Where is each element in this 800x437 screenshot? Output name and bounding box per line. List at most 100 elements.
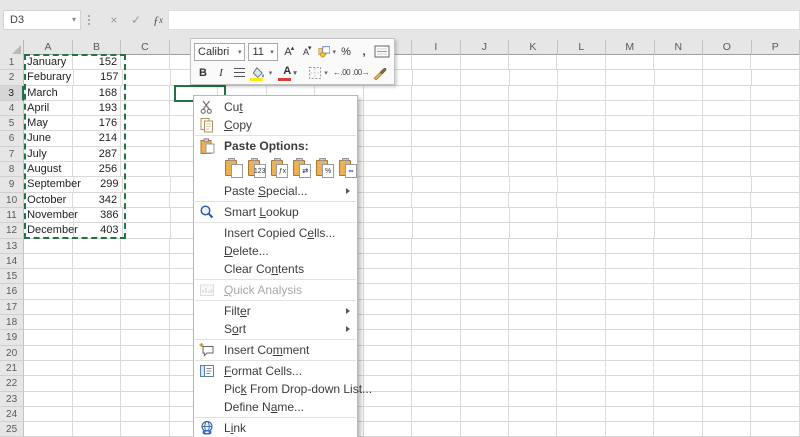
- cell-O23[interactable]: [703, 392, 751, 407]
- cell-L15[interactable]: [557, 269, 605, 284]
- row-header-10[interactable]: 10: [0, 193, 24, 208]
- cell-P19[interactable]: [751, 330, 799, 345]
- cell-I14[interactable]: [412, 254, 460, 269]
- borders-button[interactable]: ▾: [305, 63, 331, 82]
- cell-P9[interactable]: [752, 177, 800, 192]
- cell-P24[interactable]: [751, 407, 799, 422]
- cell-A18[interactable]: [24, 315, 72, 330]
- row-header-21[interactable]: 21: [0, 361, 24, 376]
- decrease-font-button[interactable]: A▾: [300, 42, 316, 61]
- cell-K3[interactable]: [509, 86, 557, 101]
- cell-L22[interactable]: [557, 376, 605, 391]
- cell-H8[interactable]: [364, 162, 412, 177]
- cell-H25[interactable]: [364, 422, 412, 437]
- cell-H9[interactable]: [364, 177, 412, 192]
- cell-I8[interactable]: [412, 162, 460, 177]
- cell-A11[interactable]: November: [24, 208, 74, 223]
- cell-J22[interactable]: [461, 376, 509, 391]
- cell-O16[interactable]: [703, 284, 751, 299]
- cell-B17[interactable]: [73, 300, 121, 315]
- cell-B15[interactable]: [73, 269, 121, 284]
- cell-B14[interactable]: [73, 254, 121, 269]
- row-header-14[interactable]: 14: [0, 254, 24, 269]
- cell-H19[interactable]: [364, 330, 412, 345]
- cell-O3[interactable]: [703, 86, 751, 101]
- menu-item-smart-lookup[interactable]: Smart Lookup: [194, 203, 357, 221]
- cell-I22[interactable]: [412, 376, 460, 391]
- font-color-button[interactable]: A ▾: [277, 63, 303, 82]
- cell-K12[interactable]: [510, 223, 558, 238]
- cell-B12[interactable]: 403: [74, 223, 122, 238]
- cell-I2[interactable]: [413, 70, 461, 85]
- cell-K10[interactable]: [509, 193, 557, 208]
- cell-H16[interactable]: [364, 284, 412, 299]
- paste-formulas-button[interactable]: ƒx: [270, 158, 289, 178]
- column-header-L[interactable]: L: [558, 40, 606, 55]
- cell-K17[interactable]: [509, 300, 557, 315]
- cell-H5[interactable]: [364, 116, 412, 131]
- row-header-6[interactable]: 6: [0, 131, 24, 146]
- cell-C13[interactable]: [121, 239, 169, 254]
- name-box[interactable]: D3 ▾: [3, 10, 81, 30]
- cell-N23[interactable]: [654, 392, 702, 407]
- cell-M6[interactable]: [606, 131, 654, 146]
- cell-P18[interactable]: [751, 315, 799, 330]
- comma-style-button[interactable]: ,: [356, 42, 372, 61]
- cell-M24[interactable]: [606, 407, 654, 422]
- cancel-icon[interactable]: ×: [104, 10, 124, 30]
- cell-L23[interactable]: [557, 392, 605, 407]
- cell-K9[interactable]: [510, 177, 558, 192]
- cell-I5[interactable]: [412, 116, 460, 131]
- cell-P8[interactable]: [751, 162, 799, 177]
- row-header-13[interactable]: 13: [0, 239, 24, 254]
- cell-J15[interactable]: [461, 269, 509, 284]
- cell-N12[interactable]: [655, 223, 703, 238]
- cell-P4[interactable]: [751, 101, 799, 116]
- cell-N13[interactable]: [654, 239, 702, 254]
- paste-button[interactable]: [224, 158, 243, 178]
- row-header-23[interactable]: 23: [0, 392, 24, 407]
- cell-L11[interactable]: [558, 208, 606, 223]
- cell-K20[interactable]: [509, 346, 557, 361]
- cell-M1[interactable]: [606, 55, 654, 70]
- cell-N22[interactable]: [654, 376, 702, 391]
- cell-O18[interactable]: [703, 315, 751, 330]
- cell-P25[interactable]: [751, 422, 799, 437]
- cell-B19[interactable]: [73, 330, 121, 345]
- cell-L24[interactable]: [557, 407, 605, 422]
- cell-A4[interactable]: April: [24, 101, 72, 116]
- cell-N5[interactable]: [654, 116, 702, 131]
- column-header-I[interactable]: I: [412, 40, 460, 55]
- cell-O1[interactable]: [703, 55, 751, 70]
- cell-K4[interactable]: [509, 101, 557, 116]
- cell-N6[interactable]: [654, 131, 702, 146]
- cell-K23[interactable]: [509, 392, 557, 407]
- row-header-4[interactable]: 4: [0, 101, 24, 116]
- cell-L18[interactable]: [557, 315, 605, 330]
- cell-O25[interactable]: [703, 422, 751, 437]
- cell-I7[interactable]: [412, 147, 460, 162]
- cell-I18[interactable]: [412, 315, 460, 330]
- cell-I1[interactable]: [412, 55, 460, 70]
- cell-B10[interactable]: 342: [73, 193, 121, 208]
- cell-O24[interactable]: [703, 407, 751, 422]
- cell-O6[interactable]: [703, 131, 751, 146]
- cell-M4[interactable]: [606, 101, 654, 116]
- cell-C1[interactable]: [121, 55, 169, 70]
- row-header-5[interactable]: 5: [0, 116, 24, 131]
- cell-O12[interactable]: [703, 223, 751, 238]
- cell-A3[interactable]: March: [24, 86, 72, 101]
- cell-B25[interactable]: [73, 422, 121, 437]
- menu-item-cut[interactable]: Cut: [194, 98, 357, 116]
- cell-C3[interactable]: [121, 86, 169, 101]
- cell-B11[interactable]: 386: [74, 208, 122, 223]
- column-header-O[interactable]: O: [703, 40, 751, 55]
- row-header-22[interactable]: 22: [0, 376, 24, 391]
- cell-B16[interactable]: [73, 284, 121, 299]
- cell-O22[interactable]: [703, 376, 751, 391]
- cell-M17[interactable]: [606, 300, 654, 315]
- cell-A10[interactable]: October: [24, 193, 72, 208]
- cell-B7[interactable]: 287: [73, 147, 121, 162]
- cell-P10[interactable]: [751, 193, 799, 208]
- cell-C10[interactable]: [121, 193, 169, 208]
